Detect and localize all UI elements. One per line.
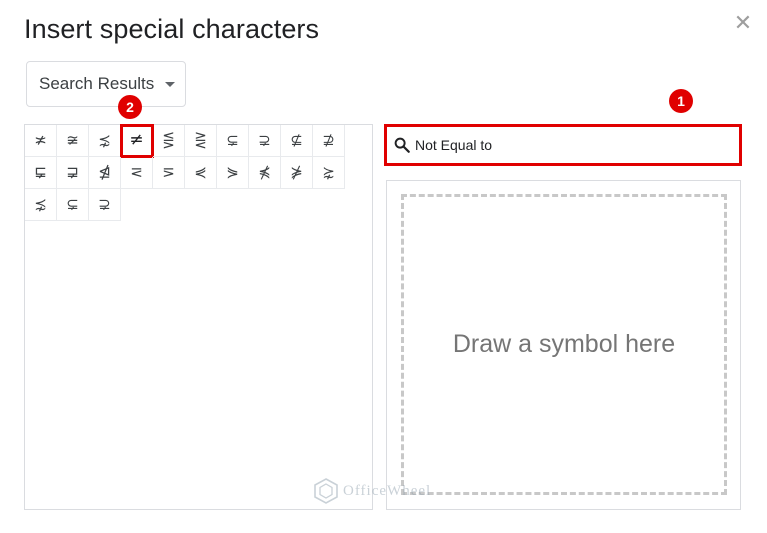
- character-cell[interactable]: ⋬: [89, 157, 121, 189]
- watermark-logo: [314, 478, 338, 504]
- character-cell[interactable]: ⊊: [217, 125, 249, 157]
- character-cell[interactable]: ⋝: [153, 157, 185, 189]
- annotation-badge-1: 1: [669, 89, 693, 113]
- character-cell[interactable]: ≭: [25, 125, 57, 157]
- dropdown-selected-label: Search Results: [39, 74, 155, 93]
- draw-panel: Draw a symbol here: [386, 180, 741, 510]
- caret-down-icon: [165, 82, 175, 87]
- search-icon: [394, 137, 410, 153]
- character-cell[interactable]: ≆: [57, 125, 89, 157]
- character-cell[interactable]: ⊋: [249, 125, 281, 157]
- character-results-panel: ≭ ≆ ⋨ ≠ ⋚ ⋛ ⊊ ⊋ ⊈ ⊉ ⋤ ⋥ ⋬ ⋜ ⋝ ⋞ ⋟ ⋠ ⋡ ⋩ ⋨ ⊊ ⊋: [24, 124, 373, 510]
- character-cell[interactable]: ⋞: [185, 157, 217, 189]
- character-cell[interactable]: ⋟: [217, 157, 249, 189]
- character-cell[interactable]: ⋩: [313, 157, 345, 189]
- character-cell[interactable]: ⋡: [281, 157, 313, 189]
- character-cell[interactable]: ⊊: [57, 189, 89, 221]
- character-cell[interactable]: ⋜: [121, 157, 153, 189]
- character-cell[interactable]: ⋛: [185, 125, 217, 157]
- draw-symbol-canvas[interactable]: Draw a symbol here: [401, 194, 727, 495]
- character-cell[interactable]: ⋠: [249, 157, 281, 189]
- annotation-badge-2: 2: [118, 95, 142, 119]
- character-cell[interactable]: ⊈: [281, 125, 313, 157]
- insert-special-characters-dialog: Insert special characters ✕ Search Resul…: [0, 0, 767, 533]
- watermark-text: OfficeWheel: [343, 482, 432, 499]
- character-cell[interactable]: ⋥: [57, 157, 89, 189]
- dialog-title: Insert special characters: [24, 14, 320, 44]
- search-input[interactable]: [415, 137, 715, 153]
- watermark: OfficeWheel: [313, 478, 431, 504]
- keyword-search-box[interactable]: [384, 124, 742, 166]
- character-cell[interactable]: ⋚: [153, 125, 185, 157]
- category-dropdown[interactable]: Search Results: [26, 61, 186, 107]
- character-cell[interactable]: ⊉: [313, 125, 345, 157]
- character-cell[interactable]: ⊋: [89, 189, 121, 221]
- character-cell[interactable]: ⋨: [89, 125, 121, 157]
- character-cell[interactable]: ⋤: [25, 157, 57, 189]
- character-cell-not-equal[interactable]: ≠: [120, 124, 154, 158]
- close-icon[interactable]: ✕: [731, 10, 755, 38]
- draw-symbol-label: Draw a symbol here: [452, 330, 676, 358]
- character-cell[interactable]: ⋨: [25, 189, 57, 221]
